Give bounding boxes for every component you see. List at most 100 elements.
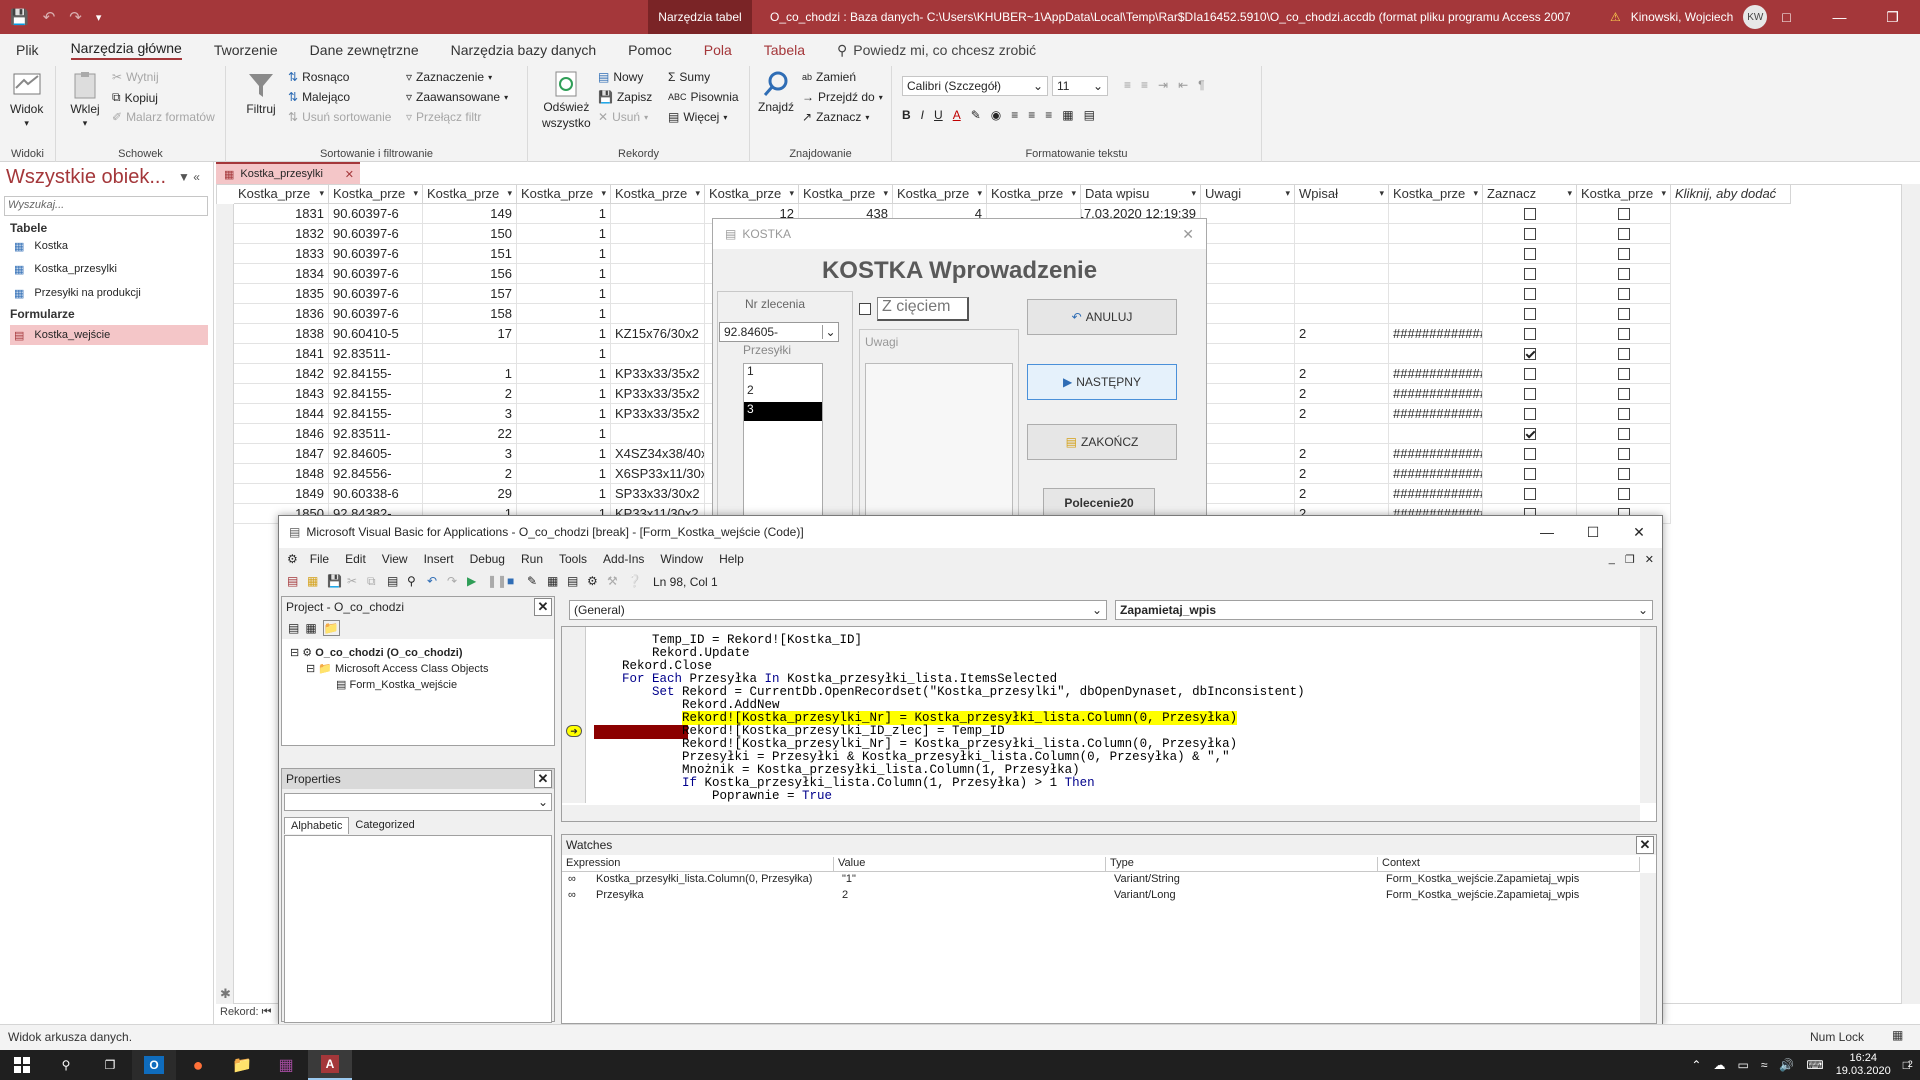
table-cell[interactable]: 1846 (234, 424, 329, 444)
access-icon[interactable]: A (308, 1050, 352, 1080)
tab-plik[interactable]: Plik (0, 34, 55, 66)
list-item[interactable]: 2 (744, 383, 822, 402)
onedrive-icon[interactable]: ☁ (1713, 1058, 1725, 1072)
tab-dane-zewnetrzne[interactable]: Dane zewnętrzne (294, 34, 435, 66)
restore-icon[interactable]: ❐ (1866, 9, 1919, 26)
zaawansowane-button[interactable]: ▿ Zaawansowane ▾ (406, 90, 508, 104)
child-restore-icon[interactable]: ❐ (1625, 553, 1635, 566)
table-cell[interactable]: 1847 (234, 444, 329, 464)
zaznacz-checkbox[interactable] (1523, 227, 1536, 240)
column-header[interactable]: Kostka_prze ▾ (893, 184, 987, 204)
table-cell[interactable]: ############## (1389, 324, 1483, 344)
table-cell[interactable]: 17 (423, 324, 517, 344)
firefox-icon[interactable]: ● (176, 1050, 220, 1080)
sort-dropdown-icon[interactable]: ▾ (1661, 188, 1666, 199)
table-cell[interactable] (1201, 384, 1295, 404)
cut-icon[interactable]: ✂ (347, 574, 363, 590)
table-cell[interactable]: ############## (1389, 404, 1483, 424)
view-access-icon[interactable]: ▤ (287, 574, 303, 590)
odswiez-button[interactable]: Odśwież wszystko (542, 70, 591, 130)
table-cell[interactable]: 90.60397-6 (329, 284, 423, 304)
table-cell[interactable] (1483, 264, 1577, 284)
watch-col-value[interactable]: Value (834, 857, 1106, 872)
table-cell[interactable]: 1 (517, 404, 611, 424)
polecenie20-button[interactable]: Polecenie20 (1043, 488, 1155, 518)
table-cell[interactable] (611, 224, 705, 244)
column-header[interactable]: Uwagi ▾ (1201, 184, 1295, 204)
table-cell[interactable] (1295, 424, 1389, 444)
zaznacz-checkbox[interactable] (1523, 487, 1536, 500)
malarz-button[interactable]: ✐ Malarz formatów (112, 110, 215, 124)
table-cell[interactable] (1577, 304, 1671, 324)
search-icon[interactable]: ⚲ (44, 1050, 88, 1080)
table-cell[interactable] (611, 264, 705, 284)
battery-icon[interactable]: ▭ (1737, 1058, 1748, 1072)
table-cell[interactable] (423, 344, 517, 364)
table-cell[interactable]: 1 (517, 304, 611, 324)
table-cell[interactable] (1201, 244, 1295, 264)
design-mode-icon[interactable]: ✎ (527, 574, 543, 590)
table-cell[interactable] (1577, 484, 1671, 504)
nav-menu-icon[interactable]: ▼ « (178, 170, 200, 184)
table-cell[interactable] (611, 244, 705, 264)
underline-icon[interactable]: U (934, 108, 943, 122)
toggle-folders-icon[interactable]: 📁 (322, 620, 340, 636)
minimize-icon[interactable]: — (1813, 9, 1866, 25)
close-icon[interactable]: ✕ (534, 598, 552, 616)
save-icon[interactable]: 💾 (327, 574, 343, 590)
table-cell[interactable]: ############## (1389, 464, 1483, 484)
table-cell[interactable]: 1 (517, 284, 611, 304)
table-cell[interactable] (1201, 224, 1295, 244)
paste-icon[interactable]: ▤ (387, 574, 403, 590)
table-cell[interactable] (1201, 344, 1295, 364)
sort-dropdown-icon[interactable]: ▾ (507, 188, 512, 199)
table-cell[interactable] (1577, 364, 1671, 384)
zaznacz-checkbox[interactable] (1523, 447, 1536, 460)
column-header[interactable]: Kostka_prze ▾ (234, 184, 329, 204)
table-cell[interactable] (1201, 424, 1295, 444)
table-cell[interactable] (1295, 264, 1389, 284)
menu-edit[interactable]: Edit (337, 552, 374, 566)
table-cell[interactable]: 29 (423, 484, 517, 504)
menu-run[interactable]: Run (513, 552, 551, 566)
zaznaczenie-button[interactable]: ▿ Zaznaczenie ▾ (406, 70, 492, 84)
column-header[interactable]: Kostka_prze ▾ (799, 184, 893, 204)
table-cell[interactable]: KP33x33/35x2 (611, 364, 705, 384)
table-cell[interactable]: 2 (1295, 364, 1389, 384)
column-header[interactable]: Data wpisu ▾ (1081, 184, 1201, 204)
table-cell[interactable]: 92.84155- (329, 384, 423, 404)
code-hscroll[interactable] (562, 805, 1640, 821)
font-color-icon[interactable]: A (953, 108, 961, 122)
table-cell[interactable] (1577, 464, 1671, 484)
table-cell[interactable] (1295, 224, 1389, 244)
table-cell[interactable]: ############## (1389, 364, 1483, 384)
list-item-selected[interactable]: 3 (744, 402, 822, 421)
table-cell[interactable] (1483, 284, 1577, 304)
table-cell[interactable]: 92.84155- (329, 404, 423, 424)
table-cell[interactable] (1577, 264, 1671, 284)
watch-col-expression[interactable]: Expression (562, 857, 834, 872)
notification-icon[interactable]: □ 2 (1903, 1058, 1913, 1072)
table-cell[interactable] (1201, 404, 1295, 424)
table-cell[interactable]: 2 (423, 384, 517, 404)
ime-icon[interactable]: ⌨ (1806, 1058, 1823, 1072)
table-cell[interactable]: 90.60397-6 (329, 304, 423, 324)
zaznacz-checkbox[interactable] (1523, 427, 1536, 440)
table-cell[interactable] (1483, 344, 1577, 364)
table-cell[interactable] (1389, 424, 1483, 444)
table-cell[interactable]: 2 (1295, 464, 1389, 484)
watch-col-type[interactable]: Type (1106, 857, 1378, 872)
table-cell[interactable] (1483, 404, 1577, 424)
table-cell[interactable] (1483, 444, 1577, 464)
table-cell[interactable]: 1 (517, 264, 611, 284)
table-cell[interactable] (1577, 244, 1671, 264)
row-checkbox[interactable] (1617, 447, 1630, 460)
save-icon[interactable]: 💾 (10, 8, 29, 26)
sumy-button[interactable]: Σ Sumy (668, 70, 710, 84)
table-cell[interactable]: 2 (1295, 324, 1389, 344)
view-code-icon[interactable]: ▤ (288, 621, 299, 635)
sort-dropdown-icon[interactable]: ▾ (789, 188, 794, 199)
zaznacz-checkbox[interactable] (1523, 307, 1536, 320)
ribbon-display-icon[interactable]: □ (1760, 9, 1813, 25)
table-cell[interactable]: 92.83511- (329, 344, 423, 364)
